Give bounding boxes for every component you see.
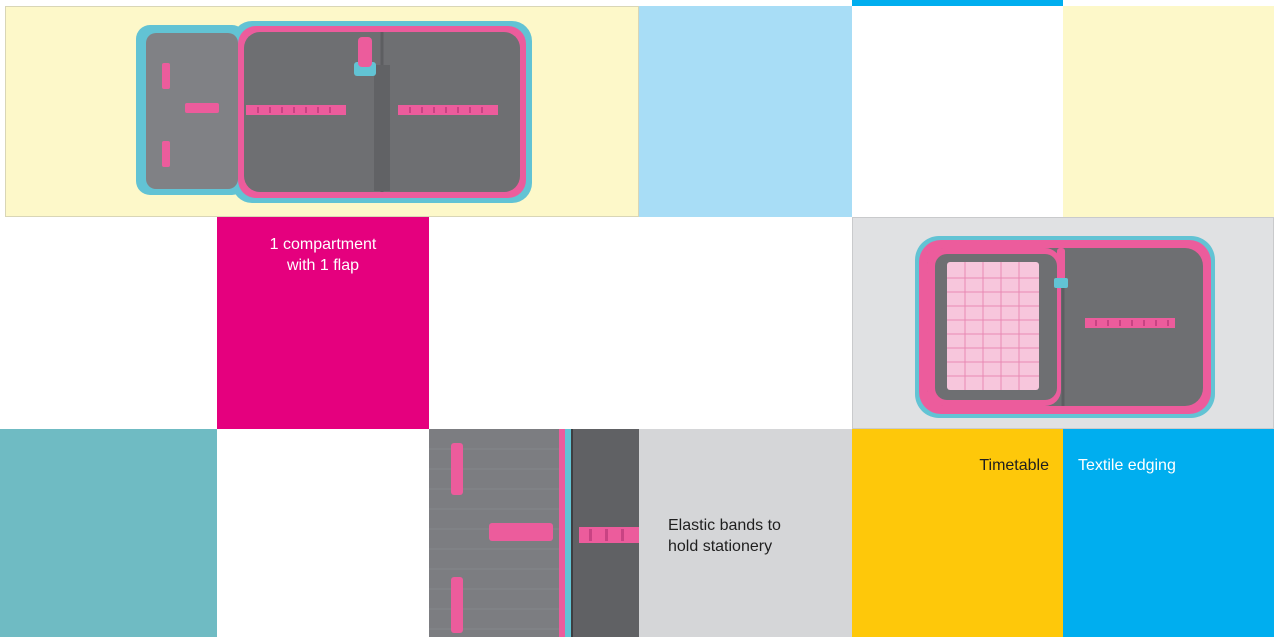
flap-closeup-photo-tile	[429, 429, 639, 637]
timetable-case-photo-tile	[852, 217, 1274, 429]
color-tile-light-blue	[639, 6, 852, 217]
one-compartment-caption: 1 compartment with 1 flap	[269, 236, 377, 274]
open-pencil-case-image	[136, 21, 532, 203]
elastic-bands-caption: Elastic bands to hold stationery	[668, 517, 781, 555]
color-tile-cream	[1063, 6, 1274, 217]
open-case-photo-tile	[5, 6, 639, 217]
color-tile-teal	[0, 429, 217, 637]
pencil-case-flap-closeup-image	[429, 429, 639, 637]
caption-tile-grey: Elastic bands to hold stationery	[639, 429, 852, 637]
caption-tile-yellow: Timetable	[852, 429, 1063, 637]
textile-edging-caption: Textile edging	[1078, 457, 1176, 474]
caption-tile-cyan: Textile edging	[1063, 429, 1274, 637]
pencil-case-with-timetable-image	[915, 236, 1215, 418]
timetable-caption: Timetable	[979, 457, 1049, 474]
caption-tile-magenta: 1 compartment with 1 flap	[217, 217, 429, 429]
color-tile-white	[852, 6, 1063, 217]
